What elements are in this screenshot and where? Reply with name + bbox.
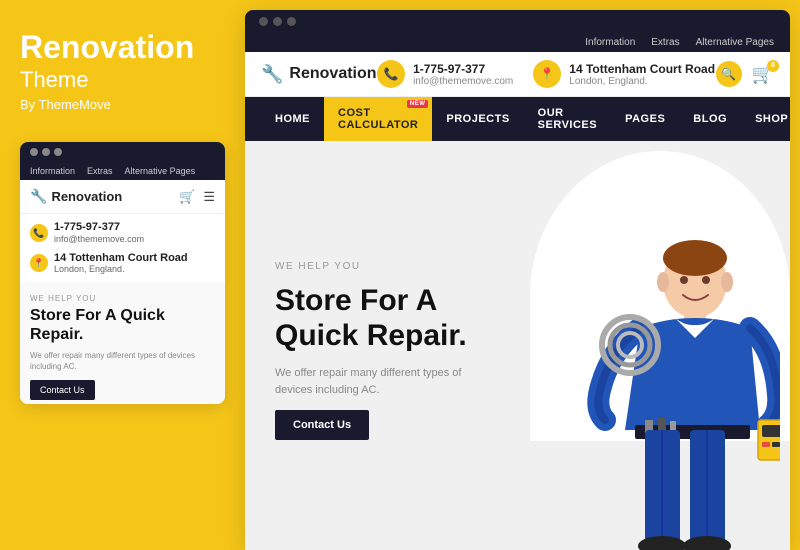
dot-red bbox=[30, 148, 38, 156]
nav-cost-calculator[interactable]: COST CALCULATOR NEW bbox=[324, 97, 432, 141]
desktop-address-text: 14 Tottenham Court Road London, England. bbox=[569, 62, 715, 87]
mobile-we-help: WE HELP YOU bbox=[30, 294, 215, 303]
nav-pages[interactable]: PAGES bbox=[611, 103, 679, 135]
dot-green bbox=[54, 148, 62, 156]
nav-home[interactable]: HOME bbox=[261, 103, 324, 135]
mobile-preview-card: Information Extras Alternative Pages 🔧 R… bbox=[20, 142, 225, 404]
mobile-nav-bar: Information Extras Alternative Pages bbox=[20, 162, 225, 180]
hero-title-line1: Store For A bbox=[275, 284, 437, 317]
right-panel: Information Extras Alternative Pages 🔧 R… bbox=[245, 10, 790, 550]
mobile-hero: WE HELP YOU Store For A Quick Repair. We… bbox=[20, 282, 225, 404]
mobile-contact-text: 1-775-97-377 info@thememove.com bbox=[54, 220, 144, 246]
desktop-nav-alt[interactable]: Alternative Pages bbox=[696, 37, 774, 48]
desktop-logo: 🔧 Renovation bbox=[261, 64, 377, 85]
desktop-phone-text: 1-775-97-377 info@thememove.com bbox=[413, 62, 513, 87]
location-icon: 📍 bbox=[30, 254, 48, 272]
desktop-dot-1 bbox=[259, 17, 268, 26]
desktop-nav-extras[interactable]: Extras bbox=[651, 37, 679, 48]
desktop-secondary-nav: Information Extras Alternative Pages bbox=[245, 33, 790, 52]
nav-blog[interactable]: BLOG bbox=[679, 103, 741, 135]
mobile-address-text: 14 Tottenham Court Road London, England. bbox=[54, 252, 188, 274]
hero-title: Store For A Quick Repair. bbox=[275, 284, 488, 353]
desktop-phone-number: 1-775-97-377 bbox=[413, 62, 513, 76]
desktop-addr1: 14 Tottenham Court Road bbox=[569, 62, 715, 76]
nav-shop[interactable]: SHOP bbox=[741, 103, 790, 135]
mobile-logo-text: Renovation bbox=[51, 189, 122, 204]
brand-section: Renovation Theme By ThemeMove bbox=[20, 30, 225, 112]
desktop-logo-text: Renovation bbox=[289, 65, 376, 83]
desktop-dot-2 bbox=[273, 17, 282, 26]
worker-figure bbox=[550, 230, 780, 550]
mobile-logo: 🔧 Renovation bbox=[30, 188, 122, 205]
wrench-icon: 🔧 bbox=[30, 188, 47, 205]
mobile-nav-info[interactable]: Information bbox=[30, 166, 75, 176]
mobile-addr1: 14 Tottenham Court Road bbox=[54, 252, 188, 264]
brand-subtitle: Theme bbox=[20, 67, 225, 93]
desktop-header: 🔧 Renovation 📞 1-775-97-377 info@thememo… bbox=[245, 52, 790, 97]
nav-projects[interactable]: PROJECTS bbox=[432, 103, 523, 135]
desktop-email: info@thememove.com bbox=[413, 76, 513, 87]
phone-icon: 📞 bbox=[30, 224, 48, 242]
mobile-email: info@thememove.com bbox=[54, 234, 144, 246]
desktop-header-actions: 🔍 🛒 0 bbox=[716, 61, 774, 87]
mobile-topbar bbox=[20, 142, 225, 162]
brand-by: By ThemeMove bbox=[20, 97, 225, 112]
desktop-nav-info[interactable]: Information bbox=[585, 37, 635, 48]
desktop-contact-group: 📞 1-775-97-377 info@thememove.com 📍 14 T… bbox=[377, 60, 715, 88]
desktop-wrench-icon: 🔧 bbox=[261, 64, 283, 85]
cart-count-badge: 0 bbox=[767, 60, 779, 72]
left-panel: Renovation Theme By ThemeMove Informatio… bbox=[0, 0, 245, 550]
desktop-addr2: London, England. bbox=[569, 76, 715, 87]
cart-icon[interactable]: 🛒 bbox=[179, 189, 195, 205]
menu-icon[interactable]: ☰ bbox=[203, 189, 215, 205]
hero-description: We offer repair many different types of … bbox=[275, 365, 488, 398]
hero-image-area bbox=[518, 141, 791, 550]
hero-title-line2: Quick Repair. bbox=[275, 319, 467, 352]
desktop-main-nav: HOME COST CALCULATOR NEW PROJECTS OUR SE… bbox=[245, 97, 790, 141]
mobile-cart-menu: 🛒 ☰ bbox=[179, 189, 215, 205]
desktop-search-button[interactable]: 🔍 bbox=[716, 61, 742, 87]
new-badge: NEW bbox=[407, 100, 429, 108]
hero-text-area: WE HELP YOU Store For A Quick Repair. We… bbox=[245, 141, 518, 550]
desktop-hero: WE HELP YOU Store For A Quick Repair. We… bbox=[245, 141, 790, 550]
nav-our-services[interactable]: OUR SERVICES bbox=[524, 97, 611, 141]
mobile-phone-row: 📞 1-775-97-377 info@thememove.com bbox=[20, 214, 225, 248]
desktop-dot-3 bbox=[287, 17, 296, 26]
mobile-header: 🔧 Renovation 🛒 ☰ bbox=[20, 180, 225, 214]
desktop-cart-button[interactable]: 🛒 0 bbox=[752, 64, 774, 85]
mobile-cta-button[interactable]: Contact Us bbox=[30, 380, 95, 400]
mobile-hero-desc: We offer repair many different types of … bbox=[30, 350, 215, 372]
desktop-phone-icon: 📞 bbox=[377, 60, 405, 88]
desktop-topbar bbox=[245, 10, 790, 33]
mobile-phone: 1-775-97-377 bbox=[54, 220, 144, 234]
hero-cta-button[interactable]: Contact Us bbox=[275, 410, 369, 440]
brand-title: Renovation bbox=[20, 30, 225, 65]
mobile-address-row: 📍 14 Tottenham Court Road London, Englan… bbox=[20, 248, 225, 282]
mobile-nav-alt[interactable]: Alternative Pages bbox=[125, 166, 196, 176]
hero-we-help: WE HELP YOU bbox=[275, 261, 488, 272]
desktop-phone-item: 📞 1-775-97-377 info@thememove.com bbox=[377, 60, 513, 88]
desktop-address-item: 📍 14 Tottenham Court Road London, Englan… bbox=[533, 60, 715, 88]
mobile-addr2: London, England. bbox=[54, 264, 188, 274]
mobile-nav-extras[interactable]: Extras bbox=[87, 166, 113, 176]
dot-yellow bbox=[42, 148, 50, 156]
mobile-hero-title: Store For A Quick Repair. bbox=[30, 307, 215, 344]
desktop-location-icon: 📍 bbox=[533, 60, 561, 88]
